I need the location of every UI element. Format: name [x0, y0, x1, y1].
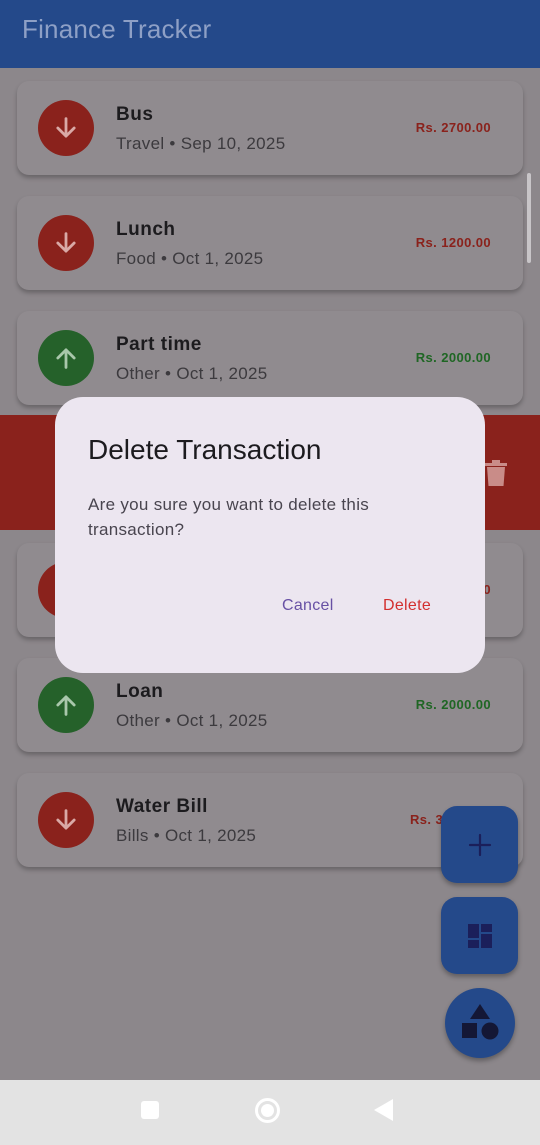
plus-icon — [468, 833, 492, 857]
income-badge — [38, 330, 94, 386]
dashboard-icon — [468, 924, 492, 948]
back-icon[interactable] — [374, 1099, 393, 1121]
scrollbar[interactable] — [527, 173, 531, 263]
dialog-message: Are you sure you want to delete this tra… — [88, 495, 370, 539]
expense-badge — [38, 100, 94, 156]
expense-badge — [38, 215, 94, 271]
income-badge — [38, 677, 94, 733]
arrow-down-icon — [56, 117, 76, 138]
transaction-card[interactable]: Part time Other • Oct 1, 2025 Rs. 2000.0… — [17, 311, 523, 405]
transaction-title: Bus — [116, 104, 154, 125]
app-bar: Finance Tracker — [0, 0, 540, 68]
transaction-subtitle: Food • Oct 1, 2025 — [116, 249, 264, 268]
transaction-title: Loan — [116, 681, 164, 702]
transaction-amount: Rs. 2700.00 — [415, 120, 491, 135]
system-navigation-bar — [0, 1080, 540, 1145]
dashboard-button[interactable] — [441, 897, 518, 974]
expense-badge — [38, 792, 94, 848]
transaction-title: Lunch — [116, 219, 176, 240]
cancel-button[interactable]: Cancel — [282, 597, 334, 615]
transaction-amount: Rs. 1200.00 — [415, 235, 491, 250]
transaction-amount: Rs. 2000.00 — [415, 697, 491, 712]
transaction-subtitle: Other • Oct 1, 2025 — [116, 711, 268, 730]
arrow-down-icon — [56, 232, 76, 253]
delete-dialog: Delete Transaction Are you sure you want… — [55, 397, 485, 673]
shapes-icon — [462, 1004, 499, 1040]
home-icon[interactable] — [255, 1098, 280, 1123]
transaction-amount: Rs. 2000.00 — [415, 350, 491, 365]
transaction-subtitle: Bills • Oct 1, 2025 — [116, 826, 257, 845]
arrow-up-icon — [56, 695, 76, 716]
recents-icon[interactable] — [141, 1101, 159, 1119]
arrow-up-icon — [56, 348, 76, 369]
dialog-title: Delete Transaction — [88, 434, 322, 465]
trash-icon — [485, 460, 507, 486]
delete-button[interactable]: Delete — [383, 597, 431, 615]
arrow-down-icon — [56, 809, 76, 830]
transaction-subtitle: Other • Oct 1, 2025 — [116, 364, 268, 383]
transaction-card[interactable]: Lunch Food • Oct 1, 2025 Rs. 1200.00 — [17, 196, 523, 290]
transaction-card[interactable]: Bus Travel • Sep 10, 2025 Rs. 2700.00 — [17, 81, 523, 175]
app-title: Finance Tracker — [22, 14, 212, 44]
transaction-title: Water Bill — [116, 796, 208, 817]
transaction-subtitle: Travel • Sep 10, 2025 — [116, 134, 286, 153]
categories-button[interactable] — [445, 988, 515, 1058]
transaction-title: Part time — [116, 334, 202, 355]
add-transaction-button[interactable] — [441, 806, 518, 883]
transaction-amount: Rs. 3 — [410, 812, 444, 827]
